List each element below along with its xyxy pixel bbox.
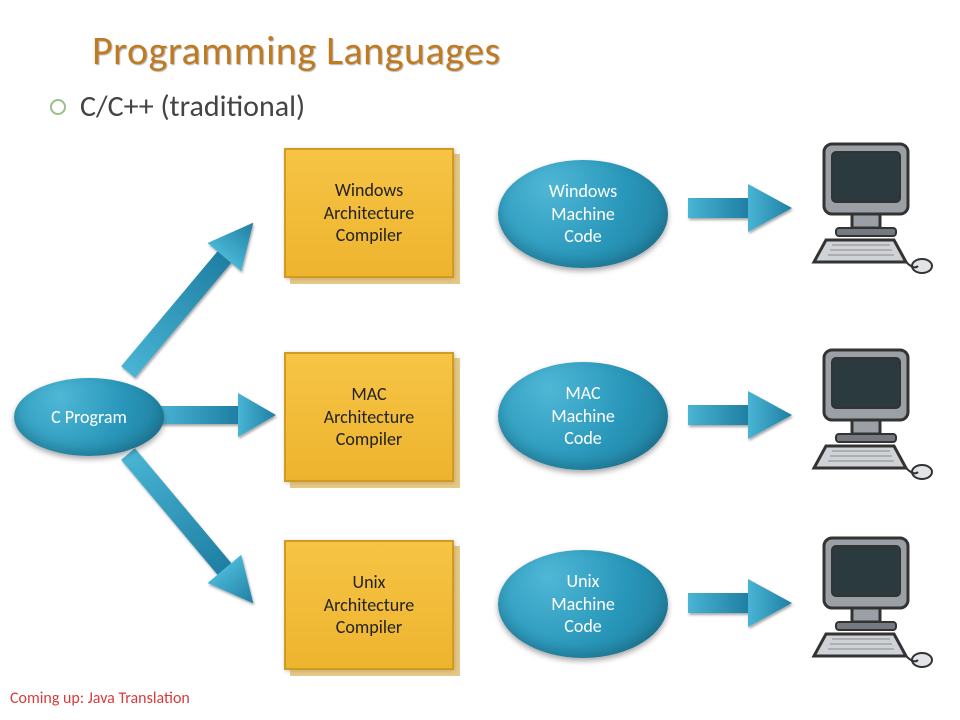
node-compiler-mac-label: MACArchitectureCompiler [324, 383, 415, 451]
slide: Programming Languages C/C++ (traditional… [0, 0, 960, 720]
arrow-code-unix-to-pc [688, 579, 792, 627]
node-compiler-mac: MACArchitectureCompiler [284, 352, 454, 482]
bullet-dot-icon [50, 99, 66, 115]
footer-text: Coming up: Java Translation [10, 689, 190, 708]
node-c-program-label: C Program [51, 406, 127, 429]
node-c-program: C Program [14, 378, 164, 456]
computer-icon-windows [806, 138, 936, 278]
computer-icon-unix [806, 532, 936, 672]
node-compiler-windows: WindowsArchitectureCompiler [284, 148, 454, 278]
bullet-text: C/C++ (traditional) [80, 88, 305, 125]
node-code-mac-label: MACMachineCode [551, 382, 615, 450]
arrow-src-to-mac [158, 393, 276, 437]
node-code-windows-label: WindowsMachineCode [549, 180, 617, 248]
node-compiler-unix-label: UnixArchitectureCompiler [324, 571, 415, 639]
node-compiler-windows-label: WindowsArchitectureCompiler [324, 179, 415, 247]
slide-title: Programming Languages [92, 26, 501, 75]
bullet-row: C/C++ (traditional) [50, 88, 305, 125]
node-compiler-unix: UnixArchitectureCompiler [284, 540, 454, 670]
node-code-unix: UnixMachineCode [498, 550, 668, 658]
node-code-mac: MACMachineCode [498, 362, 668, 470]
arrow-code-mac-to-pc [688, 391, 792, 439]
computer-icon-mac [806, 344, 936, 484]
arrow-src-to-win [111, 208, 270, 386]
arrow-code-win-to-pc [688, 184, 792, 232]
node-code-windows: WindowsMachineCode [498, 160, 668, 268]
arrow-src-to-unix [111, 440, 270, 618]
node-code-unix-label: UnixMachineCode [551, 570, 615, 638]
